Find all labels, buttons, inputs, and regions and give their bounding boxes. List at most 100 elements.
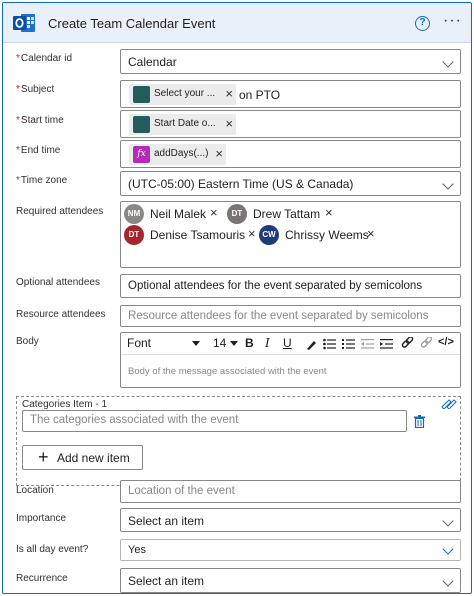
- trash-icon[interactable]: [414, 415, 425, 428]
- code-view-icon[interactable]: </>: [438, 336, 454, 348]
- all-day-label: Is all day event?: [16, 544, 89, 555]
- dynamic-content-icon: [133, 116, 150, 133]
- chevron-down-icon: [442, 178, 454, 190]
- underline-icon[interactable]: U: [283, 336, 292, 350]
- all-day-dropdown[interactable]: Yes: [120, 539, 461, 561]
- attendee-name: Denise Tsamouris: [150, 228, 246, 242]
- attendee-name: Drew Tattam: [253, 207, 321, 221]
- token-label: Select your ...: [154, 88, 216, 99]
- dynamic-content-token[interactable]: Start Date o... ×: [129, 114, 236, 135]
- resource-attendees-placeholder: Resource attendees for the event separat…: [128, 310, 429, 322]
- avatar: DT: [227, 204, 247, 224]
- rich-text-toolbar: Font 14 B I U </>: [121, 333, 460, 355]
- categories-item-title: Categories Item - 1: [22, 399, 108, 410]
- action-card: Create Team Calendar Event ? ··· *Calend…: [2, 2, 472, 594]
- font-color-icon[interactable]: [305, 338, 317, 350]
- avatar: CW: [259, 225, 279, 245]
- resource-attendees-label: Resource attendees: [16, 309, 106, 320]
- decrease-indent-icon[interactable]: [361, 338, 374, 350]
- remove-token-icon[interactable]: ×: [215, 146, 223, 162]
- unlink-icon[interactable]: [420, 337, 433, 350]
- avatar: NM: [124, 204, 144, 224]
- body-label: Body: [16, 336, 39, 347]
- remove-attendee-icon[interactable]: ×: [210, 205, 218, 220]
- time-zone-value: (UTC-05:00) Eastern Time (US & Canada): [128, 177, 354, 191]
- calendar-id-dropdown[interactable]: Calendar: [120, 49, 461, 74]
- bulleted-list-icon[interactable]: [323, 338, 336, 350]
- resource-attendees-input[interactable]: Resource attendees for the event separat…: [120, 305, 461, 327]
- remove-attendee-icon[interactable]: ×: [248, 226, 256, 241]
- attendee-chip[interactable]: NM Neil Malek ×: [124, 204, 224, 224]
- card-title: Create Team Calendar Event: [48, 16, 216, 31]
- body-placeholder: Body of the message associated with the …: [128, 366, 327, 377]
- body-editor[interactable]: Font 14 B I U </> Body of the message as…: [120, 332, 461, 388]
- optional-attendees-placeholder: Optional attendees for the event separat…: [128, 280, 423, 292]
- required-attendees-label: Required attendees: [16, 206, 104, 217]
- importance-dropdown[interactable]: Select an item: [120, 508, 461, 532]
- end-time-label: *End time: [16, 145, 61, 156]
- location-placeholder: Location of the event: [128, 485, 235, 497]
- dynamic-content-icon: [133, 86, 150, 103]
- numbered-list-icon[interactable]: [342, 338, 355, 350]
- start-time-input[interactable]: Start Date o... ×: [120, 110, 461, 138]
- switch-to-text-mode-icon[interactable]: [441, 399, 457, 409]
- avatar: DT: [124, 225, 144, 245]
- importance-value: Select an item: [128, 514, 205, 528]
- chevron-down-icon: [442, 515, 454, 527]
- calendar-id-label: *Calendar id: [16, 53, 73, 64]
- recurrence-value: Select an item: [128, 574, 205, 588]
- remove-attendee-icon[interactable]: ×: [325, 205, 333, 220]
- recurrence-label: Recurrence: [16, 573, 68, 584]
- chevron-down-icon: [230, 341, 238, 346]
- expression-token[interactable]: fx addDays(...) ×: [129, 144, 226, 165]
- link-icon[interactable]: [401, 337, 414, 350]
- add-new-item-label: Add new item: [57, 451, 130, 465]
- outlook-calendar-logo: [13, 14, 35, 32]
- attendee-chip[interactable]: DT Denise Tsamouris ×: [124, 225, 264, 245]
- add-new-item-button[interactable]: + Add new item: [22, 445, 143, 470]
- more-options-icon[interactable]: ···: [443, 13, 462, 29]
- font-family-select[interactable]: Font: [127, 336, 151, 350]
- time-zone-label: *Time zone: [16, 175, 68, 186]
- help-icon[interactable]: ?: [415, 16, 430, 31]
- optional-attendees-input[interactable]: Optional attendees for the event separat…: [120, 274, 461, 298]
- importance-label: Importance: [16, 513, 67, 524]
- remove-token-icon[interactable]: ×: [225, 86, 233, 102]
- fx-icon: fx: [133, 146, 150, 163]
- end-time-input[interactable]: fx addDays(...) ×: [120, 140, 461, 168]
- subject-input[interactable]: Select your ... × on PTO: [120, 80, 461, 108]
- subject-label: *Subject: [16, 84, 55, 95]
- chevron-down-icon: [442, 575, 454, 587]
- attendee-chip[interactable]: CW Chrissy Weems ×: [259, 225, 384, 245]
- remove-attendee-icon[interactable]: ×: [367, 226, 375, 241]
- location-label: Location: [16, 485, 54, 496]
- attendee-chip[interactable]: DT Drew Tattam ×: [227, 204, 337, 224]
- plus-icon: +: [38, 447, 49, 467]
- dynamic-content-token[interactable]: Select your ... ×: [129, 84, 236, 105]
- categories-item-input[interactable]: The categories associated with the event: [22, 410, 407, 432]
- time-zone-dropdown[interactable]: (UTC-05:00) Eastern Time (US & Canada): [120, 171, 461, 196]
- chevron-down-icon: [442, 56, 454, 68]
- bold-icon[interactable]: B: [245, 336, 254, 350]
- chevron-down-icon: [442, 543, 454, 555]
- calendar-id-value: Calendar: [128, 55, 177, 69]
- subject-suffix-text: on PTO: [239, 88, 281, 102]
- recurrence-dropdown[interactable]: Select an item: [120, 568, 461, 593]
- card-header[interactable]: Create Team Calendar Event ? ···: [3, 3, 471, 43]
- attendee-name: Chrissy Weems: [285, 228, 369, 242]
- token-label: addDays(...): [154, 148, 209, 159]
- start-time-label: *Start time: [16, 115, 64, 126]
- chevron-down-icon: [192, 341, 200, 346]
- categories-placeholder: The categories associated with the event: [30, 414, 239, 426]
- token-label: Start Date o...: [154, 118, 216, 129]
- required-attendees-input[interactable]: NM Neil Malek × DT Drew Tattam × DT Deni…: [120, 201, 461, 268]
- all-day-value: Yes: [128, 544, 146, 556]
- increase-indent-icon[interactable]: [380, 338, 393, 350]
- optional-attendees-label: Optional attendees: [16, 277, 100, 288]
- categories-array-group: Categories Item - 1 The categories assoc…: [16, 396, 461, 486]
- attendee-name: Neil Malek: [150, 207, 207, 221]
- remove-token-icon[interactable]: ×: [225, 116, 233, 132]
- font-size-select[interactable]: 14: [213, 336, 226, 350]
- location-input[interactable]: Location of the event: [120, 480, 461, 503]
- italic-icon[interactable]: I: [265, 336, 270, 350]
